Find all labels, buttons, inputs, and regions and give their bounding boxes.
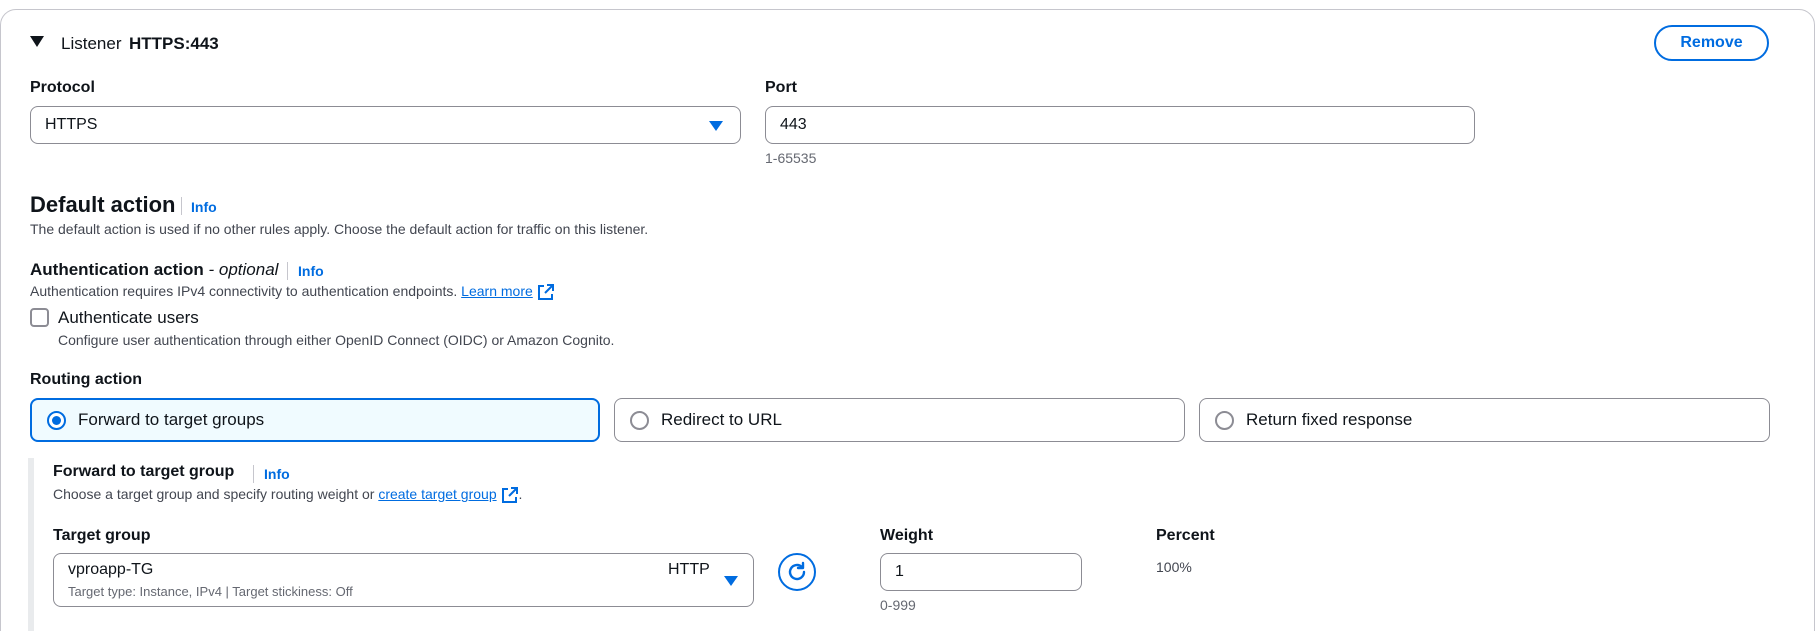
auth-title: Authentication action <box>30 260 204 279</box>
target-group-label: Target group <box>53 527 151 544</box>
external-link-icon <box>537 284 554 301</box>
auth-description-line: Authentication requires IPv4 connectivit… <box>30 283 555 301</box>
port-label: Port <box>765 79 797 96</box>
listener-label: Listener <box>61 34 122 53</box>
default-action-info-link[interactable]: Info <box>191 199 217 215</box>
forward-description: Choose a target group and specify routin… <box>53 486 375 502</box>
authenticate-users-label[interactable]: Authenticate users <box>58 308 199 328</box>
port-value: 443 <box>780 116 807 133</box>
percent-value: 100% <box>1156 559 1192 575</box>
protocol-select[interactable]: HTTPS <box>30 106 741 144</box>
authenticate-users-checkbox[interactable] <box>30 308 49 327</box>
auth-title-group: Authentication action - optional <box>30 260 278 280</box>
forward-info-link[interactable]: Info <box>264 466 290 482</box>
radio-redirect-to-url[interactable]: Redirect to URL <box>614 398 1185 442</box>
create-target-group-link[interactable]: create target group <box>378 486 496 502</box>
auth-description: Authentication requires IPv4 connectivit… <box>30 283 458 299</box>
port-hint: 1-65535 <box>765 150 817 166</box>
radio-unselected-icon <box>630 410 649 430</box>
period: . <box>518 486 523 502</box>
forward-description-line: Choose a target group and specify routin… <box>53 486 522 504</box>
section-left-bar <box>28 458 34 631</box>
caret-down-icon[interactable] <box>30 36 44 47</box>
external-link-icon <box>501 487 518 504</box>
caret-down-icon <box>724 576 738 586</box>
target-group-protocol: HTTP <box>668 561 710 578</box>
authenticate-users-description: Configure user authentication through ei… <box>58 332 615 348</box>
radio-unselected-icon <box>1215 410 1234 430</box>
caret-down-icon <box>709 121 723 131</box>
protocol-label: Protocol <box>30 79 95 96</box>
weight-value: 1 <box>895 563 904 580</box>
routing-action-label: Routing action <box>30 371 142 388</box>
forward-title: Forward to target group <box>53 463 235 480</box>
default-action-description: The default action is used if no other r… <box>30 221 649 237</box>
divider <box>253 465 254 483</box>
divider <box>181 197 182 215</box>
radio-label: Return fixed response <box>1246 410 1413 429</box>
radio-forward-to-target-groups[interactable]: Forward to target groups <box>30 398 600 442</box>
auth-optional: - optional <box>208 260 279 279</box>
auth-info-link[interactable]: Info <box>298 263 324 279</box>
radio-label: Redirect to URL <box>661 410 782 429</box>
target-group-details: Target type: Instance, IPv4 | Target sti… <box>68 584 353 599</box>
weight-input[interactable]: 1 <box>880 553 1082 591</box>
learn-more-link[interactable]: Learn more <box>461 283 533 299</box>
refresh-icon <box>788 561 806 581</box>
weight-label: Weight <box>880 527 934 544</box>
port-input[interactable]: 443 <box>765 106 1475 144</box>
default-action-title: Default action <box>30 192 176 217</box>
radio-label: Forward to target groups <box>78 410 265 429</box>
refresh-button[interactable] <box>778 553 816 591</box>
radio-return-fixed-response[interactable]: Return fixed response <box>1199 398 1770 442</box>
radio-selected-icon <box>47 410 66 430</box>
protocol-value: HTTPS <box>45 116 98 133</box>
listener-value: HTTPS:443 <box>129 34 219 53</box>
percent-label: Percent <box>1156 527 1215 544</box>
target-group-select[interactable]: vproapp-TG HTTP Target type: Instance, I… <box>53 553 754 607</box>
divider <box>287 262 288 280</box>
target-group-name: vproapp-TG <box>68 561 154 578</box>
remove-button[interactable]: Remove <box>1654 25 1769 61</box>
weight-hint: 0-999 <box>880 597 916 613</box>
